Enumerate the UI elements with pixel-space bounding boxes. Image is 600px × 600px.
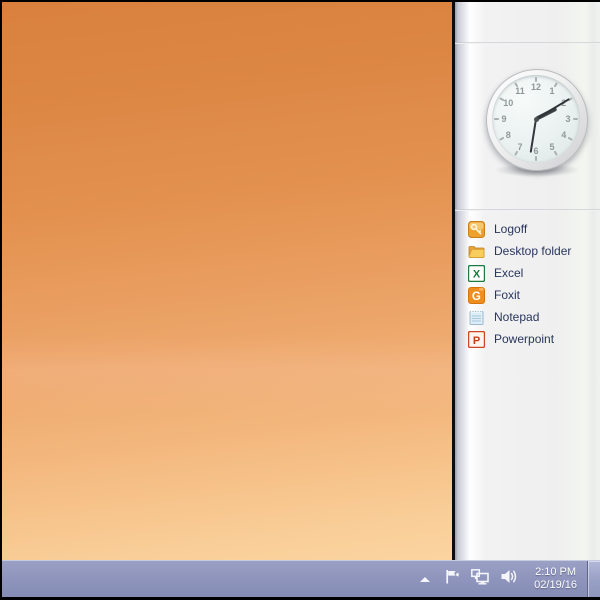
folder-icon bbox=[468, 243, 485, 260]
chevron-up-icon bbox=[420, 577, 430, 582]
clock-numeral-8: 8 bbox=[506, 130, 511, 140]
clock-tick bbox=[573, 118, 578, 120]
clock-tick bbox=[535, 77, 537, 82]
taskbar[interactable]: 2:10 PM 02/19/16 bbox=[2, 560, 600, 597]
volume-button[interactable] bbox=[495, 561, 524, 597]
shortcut-powerpoint[interactable]: P Powerpoint bbox=[455, 328, 600, 350]
clock-tick bbox=[514, 151, 518, 156]
shortcut-label: Notepad bbox=[494, 310, 539, 324]
notepad-icon bbox=[468, 309, 485, 326]
desktop-screen: 121234567891011 Logoff Desktop folder X … bbox=[0, 0, 600, 600]
clock-tick bbox=[499, 137, 504, 141]
taskbar-clock[interactable]: 2:10 PM 02/19/16 bbox=[524, 561, 585, 597]
gadget-sidebar: 121234567891011 Logoff Desktop folder X … bbox=[452, 2, 600, 560]
clock-numeral-10: 10 bbox=[503, 98, 513, 108]
clock-numeral-3: 3 bbox=[565, 114, 570, 124]
desktop-wallpaper bbox=[2, 2, 452, 560]
svg-text:P: P bbox=[473, 334, 480, 346]
network-icon bbox=[470, 568, 490, 590]
clock-numeral-6: 6 bbox=[533, 146, 538, 156]
foxit-icon: G bbox=[468, 287, 485, 304]
clock-numeral-7: 7 bbox=[517, 142, 522, 152]
svg-text:X: X bbox=[473, 268, 481, 280]
excel-icon: X bbox=[468, 265, 485, 282]
taskbar-date: 02/19/16 bbox=[534, 579, 577, 592]
shortcut-excel[interactable]: X Excel bbox=[455, 262, 600, 284]
shortcut-notepad[interactable]: Notepad bbox=[455, 306, 600, 328]
clock-tick bbox=[554, 82, 558, 87]
clock-numeral-12: 12 bbox=[531, 82, 541, 92]
action-center-button[interactable] bbox=[439, 561, 465, 597]
clock-numeral-4: 4 bbox=[561, 130, 566, 140]
clock-numeral-9: 9 bbox=[501, 114, 506, 124]
shortcut-logoff[interactable]: Logoff bbox=[455, 218, 600, 240]
clock-tick bbox=[535, 156, 537, 161]
svg-text:G: G bbox=[472, 290, 481, 302]
show-hidden-icons-button[interactable] bbox=[415, 561, 435, 597]
analog-clock-gadget: 121234567891011 bbox=[486, 69, 588, 171]
powerpoint-icon: P bbox=[468, 331, 485, 348]
shortcut-label: Desktop folder bbox=[494, 244, 571, 258]
shortcut-label: Logoff bbox=[494, 222, 527, 236]
clock-tick bbox=[494, 118, 499, 120]
sidebar-divider bbox=[455, 209, 600, 211]
shortcut-foxit[interactable]: G Foxit bbox=[455, 284, 600, 306]
shortcut-list: Logoff Desktop folder X Excel G Foxit No… bbox=[455, 218, 600, 350]
clock-tick bbox=[568, 137, 573, 141]
sidebar-divider bbox=[455, 42, 600, 44]
clock-center-hub bbox=[534, 117, 539, 122]
shortcut-label: Foxit bbox=[494, 288, 520, 302]
show-desktop-button[interactable] bbox=[587, 561, 600, 597]
shortcut-label: Excel bbox=[494, 266, 523, 280]
clock-numeral-1: 1 bbox=[549, 86, 554, 96]
key-icon bbox=[468, 221, 485, 238]
system-tray: 2:10 PM 02/19/16 bbox=[415, 561, 600, 597]
shortcut-label: Powerpoint bbox=[494, 332, 554, 346]
clock-face: 121234567891011 bbox=[492, 75, 580, 163]
taskbar-time: 2:10 PM bbox=[535, 566, 576, 579]
network-button[interactable] bbox=[465, 561, 495, 597]
clock-tick bbox=[554, 151, 558, 156]
shortcut-desktop-folder[interactable]: Desktop folder bbox=[455, 240, 600, 262]
clock-numeral-11: 11 bbox=[515, 86, 525, 96]
flag-icon bbox=[444, 568, 460, 590]
speaker-icon bbox=[500, 568, 519, 590]
